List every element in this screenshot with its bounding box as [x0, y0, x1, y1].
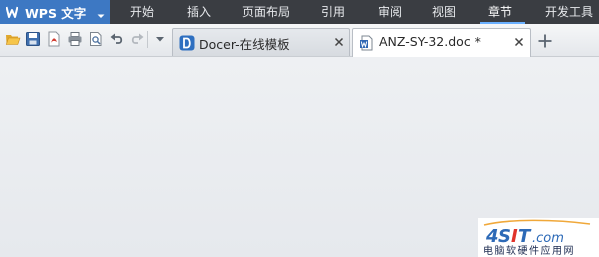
- print-preview-icon[interactable]: [88, 31, 104, 47]
- undo-icon[interactable]: [109, 31, 125, 47]
- svg-text:S: S: [498, 226, 511, 247]
- app-menu-button[interactable]: WPS 文字: [0, 0, 110, 24]
- new-tab-plus-icon[interactable]: [536, 32, 554, 50]
- svg-text:T: T: [518, 226, 532, 247]
- toolbar-separator: [147, 31, 148, 48]
- open-folder-icon[interactable]: [5, 31, 21, 47]
- svg-text:4: 4: [485, 226, 499, 247]
- docer-icon: [179, 35, 195, 51]
- svg-text:电脑软硬件应用网: 电脑软硬件应用网: [483, 244, 575, 257]
- chevron-down-icon[interactable]: [96, 6, 106, 18]
- close-icon[interactable]: [332, 35, 346, 49]
- menu-page-layout[interactable]: 页面布局: [242, 0, 290, 24]
- app-title: WPS 文字: [25, 5, 87, 21]
- menu-review[interactable]: 审阅: [378, 0, 402, 24]
- menu-insert[interactable]: 插入: [187, 0, 211, 24]
- svg-text:I: I: [511, 226, 518, 247]
- svg-text:.com: .com: [532, 231, 564, 246]
- tab-label: ANZ-SY-32.doc *: [379, 34, 481, 49]
- save-icon[interactable]: [25, 31, 41, 47]
- print-icon[interactable]: [67, 31, 83, 47]
- customize-dropdown-icon[interactable]: [152, 31, 168, 47]
- quick-access-and-tabs-bar: Docer-在线模板 ANZ-SY-32.doc *: [0, 24, 599, 57]
- menu-bar: WPS 文字 开始 插入 页面布局 引用 审阅 视图 章节 开发工具: [0, 0, 599, 24]
- redo-icon[interactable]: [129, 31, 145, 47]
- close-icon[interactable]: [512, 35, 526, 49]
- tab-document[interactable]: ANZ-SY-32.doc *: [352, 28, 531, 57]
- wps-logo-icon: [6, 6, 18, 18]
- menu-references[interactable]: 引用: [321, 0, 345, 24]
- tab-docer-templates[interactable]: Docer-在线模板: [172, 28, 350, 56]
- word-doc-icon: [359, 35, 375, 51]
- menu-developer-tools[interactable]: 开发工具: [545, 0, 593, 24]
- site-watermark-logo: 4 S I T .com 电脑软硬件应用网: [478, 218, 599, 257]
- menu-home[interactable]: 开始: [130, 0, 154, 24]
- tab-label: Docer-在线模板: [199, 37, 290, 52]
- menu-section[interactable]: 章节: [488, 0, 512, 24]
- export-pdf-icon[interactable]: [46, 31, 62, 47]
- menu-view[interactable]: 视图: [432, 0, 456, 24]
